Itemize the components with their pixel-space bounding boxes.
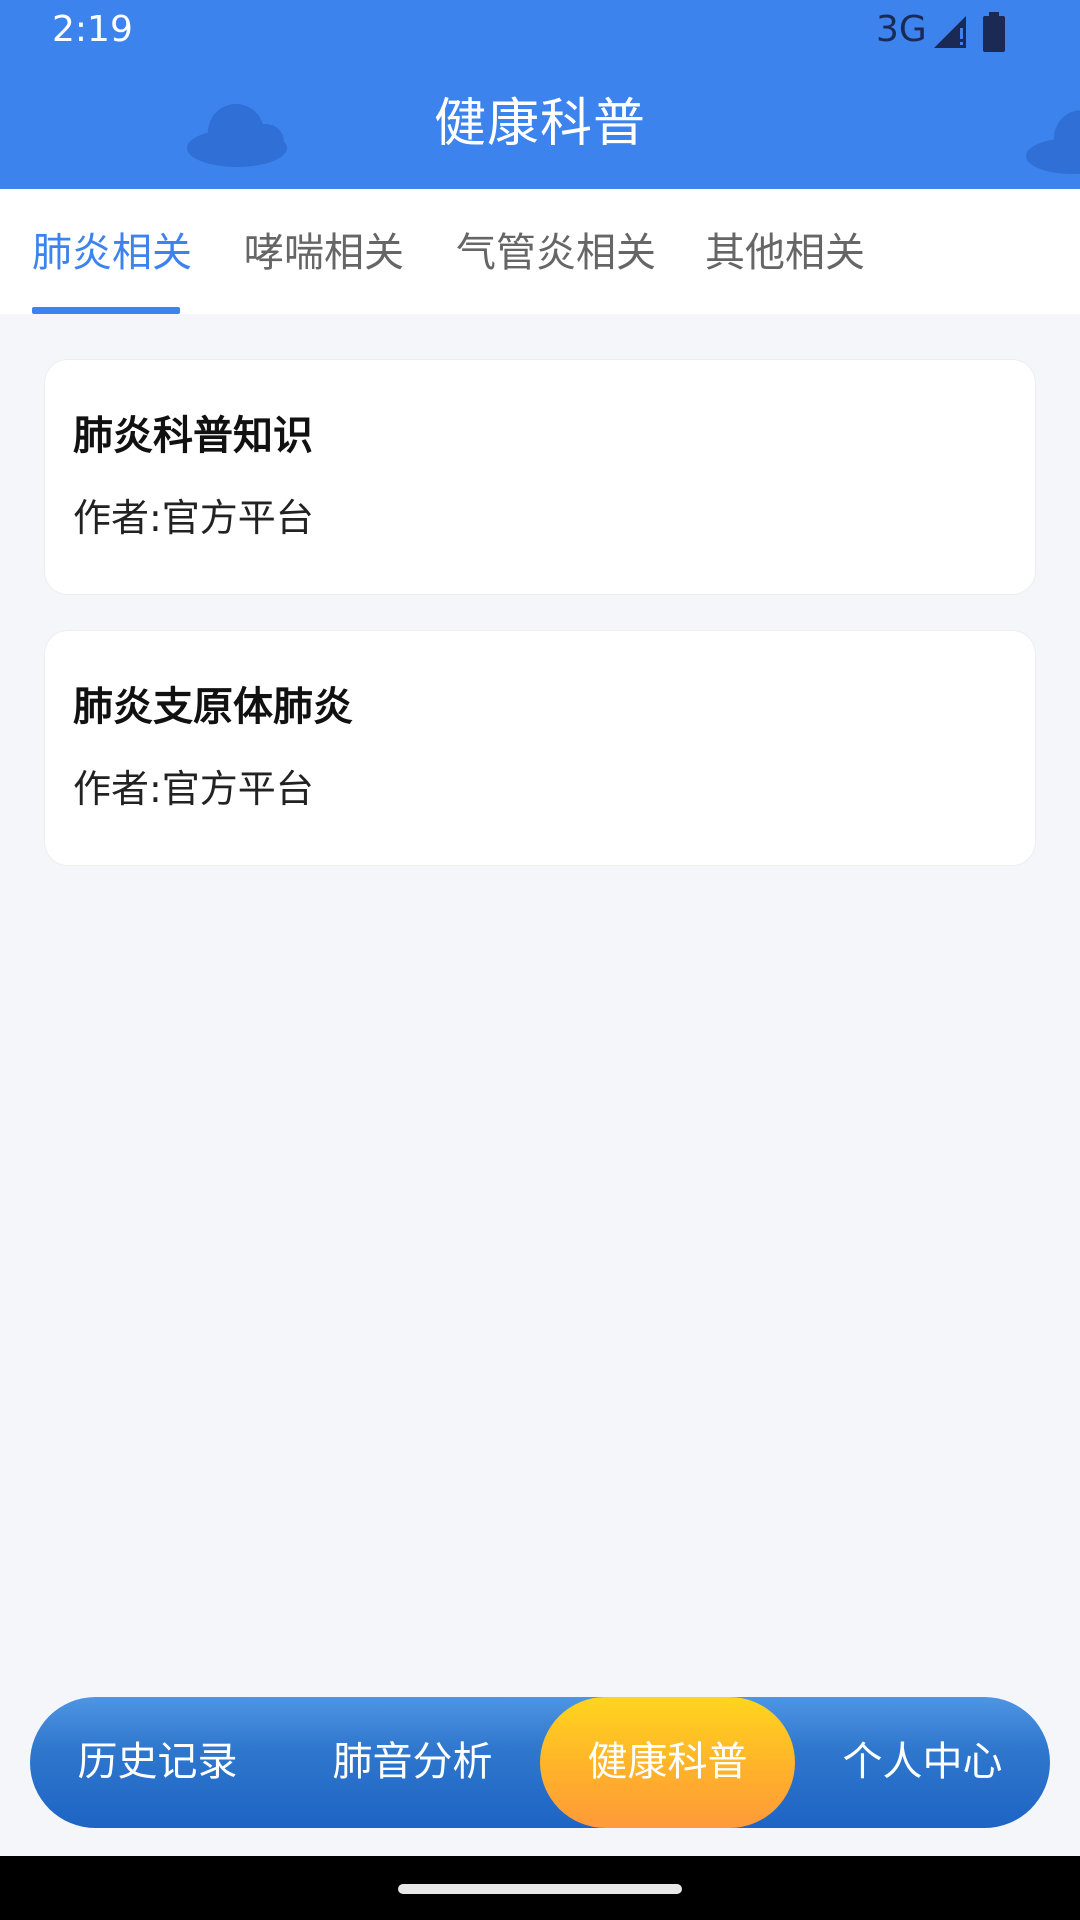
active-tab-indicator: [32, 307, 180, 314]
status-bar: 2:19 3G: [0, 0, 1080, 64]
article-card[interactable]: 肺炎科普知识 作者:官方平台: [44, 359, 1036, 595]
home-indicator[interactable]: [398, 1884, 682, 1894]
battery-icon: [983, 12, 1005, 52]
bottom-navigation: 历史记录 肺音分析 健康科普 个人中心: [30, 1697, 1050, 1828]
tab-asthma[interactable]: 哮喘相关: [244, 225, 404, 281]
article-author: 作者:官方平台: [73, 767, 314, 811]
article-author: 作者:官方平台: [73, 496, 314, 540]
nav-lung-sound-analysis[interactable]: 肺音分析: [285, 1697, 540, 1828]
tab-pneumonia[interactable]: 肺炎相关: [32, 225, 192, 281]
page-title: 健康科普: [433, 94, 646, 154]
nav-history[interactable]: 历史记录: [30, 1697, 285, 1828]
tab-bronchitis[interactable]: 气管炎相关: [456, 225, 656, 281]
category-tabs: 肺炎相关 哮喘相关 气管炎相关 其他相关: [0, 189, 1080, 314]
nav-profile[interactable]: 个人中心: [795, 1697, 1050, 1828]
status-time: 2:19: [52, 9, 133, 50]
article-card[interactable]: 肺炎支原体肺炎 作者:官方平台: [44, 630, 1036, 866]
article-title: 肺炎支原体肺炎: [73, 684, 353, 730]
app-header: 2:19 3G 健康科普: [0, 0, 1080, 189]
nav-health-education[interactable]: 健康科普: [540, 1697, 795, 1828]
system-navigation-bar: [0, 1856, 1080, 1920]
tab-other[interactable]: 其他相关: [705, 225, 865, 281]
network-type: 3G: [876, 9, 927, 50]
article-title: 肺炎科普知识: [73, 413, 313, 459]
signal-icon: [934, 16, 966, 48]
